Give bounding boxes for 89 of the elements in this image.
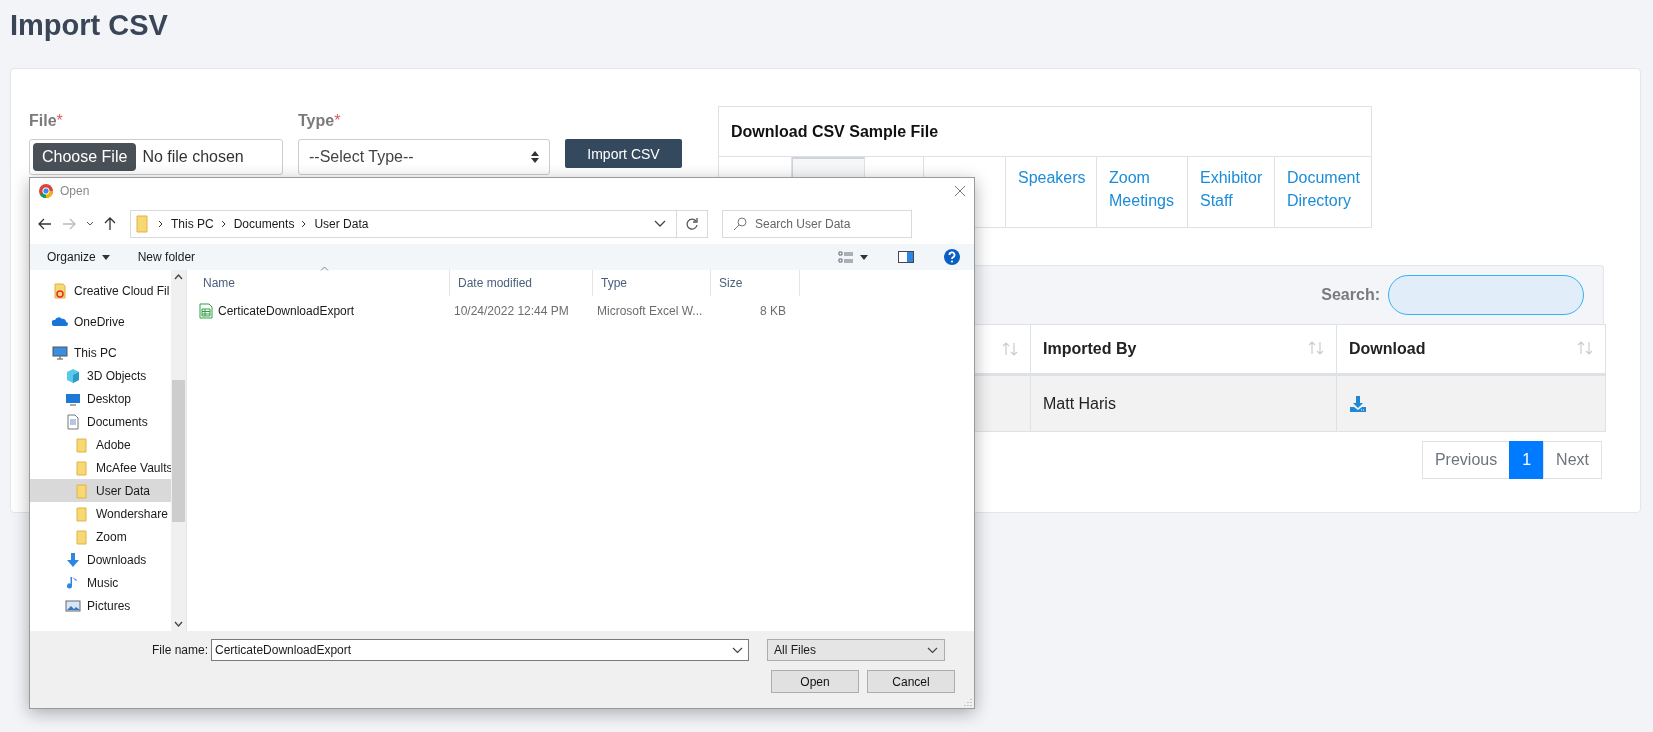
next-button[interactable]: Next	[1543, 441, 1602, 479]
column-header[interactable]: Type	[593, 270, 711, 296]
column-header[interactable]: Size	[711, 270, 800, 296]
new-folder-button[interactable]: New folder	[137, 250, 196, 264]
previous-button[interactable]: Previous	[1421, 441, 1511, 479]
column-header[interactable]: Name	[195, 270, 450, 296]
folder-icon	[74, 482, 90, 499]
chevron-down-icon	[732, 646, 744, 654]
sort-icon	[1002, 341, 1018, 357]
sort-icon	[1308, 339, 1324, 356]
page-title: Import CSV	[10, 9, 168, 42]
nav-item[interactable]: This PC	[30, 341, 171, 364]
chevron-down-icon[interactable]	[654, 220, 666, 228]
objects3d-icon	[65, 367, 81, 384]
breadcrumb-item[interactable]: Documents	[233, 217, 295, 231]
cloud-files-icon	[52, 282, 68, 299]
nav-item[interactable]: Downloads	[30, 548, 171, 571]
refresh-icon[interactable]	[685, 217, 699, 231]
close-icon[interactable]	[954, 185, 966, 197]
nav-item[interactable]: 3D Objects	[30, 364, 171, 387]
search-field[interactable]: Search User Data	[722, 210, 912, 238]
up-arrow-icon[interactable]	[104, 217, 116, 231]
folder-icon	[74, 528, 90, 545]
nav-item[interactable]: Desktop	[30, 387, 171, 410]
view-options-icon[interactable]	[838, 251, 854, 263]
back-arrow-icon[interactable]	[38, 218, 52, 230]
browser-logo-icon	[38, 183, 54, 199]
choose-file-button[interactable]: Choose File	[33, 143, 137, 171]
address-bar[interactable]: This PC Documents User Data	[130, 210, 708, 238]
import-button[interactable]: Import CSV	[565, 139, 682, 168]
nav-item[interactable]: User Data	[30, 479, 171, 502]
scroll-thumb[interactable]	[172, 380, 185, 522]
file-name-field[interactable]: CerticateDownloadExport	[211, 639, 750, 661]
dialog-title: Open	[60, 184, 91, 198]
nav-item[interactable]: Documents	[30, 410, 171, 433]
pc-icon	[52, 344, 68, 361]
folder-icon	[74, 505, 90, 522]
chevron-down-icon	[927, 646, 939, 654]
caret-icon[interactable]	[86, 221, 94, 227]
nav-item[interactable]: Pictures	[30, 594, 171, 617]
chevron-icon	[219, 219, 228, 229]
open-button[interactable]: Open	[771, 670, 859, 693]
column-header[interactable]: Date modified	[450, 270, 593, 296]
nav-item[interactable]: Adobe	[30, 433, 171, 456]
nav-item[interactable]: Zoom	[30, 525, 171, 548]
chevron-icon	[157, 219, 165, 229]
sample-tab[interactable]: Zoom Meetings	[1097, 157, 1188, 227]
file-label: File*	[29, 112, 64, 130]
folder-icon	[135, 215, 151, 233]
nav-item[interactable]: OneDrive	[30, 310, 171, 333]
file-row[interactable]: CerticateDownloadExport 10/24/2022 12:44 PM Microsoft Excel W... 8 KB	[195, 300, 974, 322]
file-type-select[interactable]: All Files	[767, 639, 946, 661]
cancel-button[interactable]: Cancel	[867, 670, 955, 693]
nav-item[interactable]: Wondershare	[30, 502, 171, 525]
updown-caret-icon	[531, 151, 539, 163]
pictures-icon	[65, 597, 81, 614]
type-label: Type*	[298, 112, 342, 130]
download-icon[interactable]	[1349, 394, 1367, 413]
file-input[interactable]: Choose File No file chosen	[29, 139, 283, 175]
page-button[interactable]: 1	[1509, 441, 1545, 479]
sample-box-title: Download CSV Sample File	[731, 122, 939, 141]
caret-icon	[101, 254, 110, 260]
file-name-label: File name:	[152, 643, 209, 657]
downloads-icon	[65, 551, 81, 568]
nav-item[interactable]: Music	[30, 571, 171, 594]
nav-item[interactable]: Creative Cloud Fil	[30, 279, 171, 302]
sample-tab[interactable]: Document Directory	[1275, 157, 1373, 227]
sample-tab[interactable]: Exhibitor Staff	[1188, 157, 1275, 227]
scroll-down-icon[interactable]	[174, 621, 183, 627]
help-icon[interactable]	[944, 249, 960, 265]
breadcrumb-item[interactable]: User Data	[314, 217, 369, 231]
type-select[interactable]: --Select Type--	[298, 139, 550, 175]
sample-tab[interactable]: Speakers	[1006, 157, 1097, 227]
breadcrumb-item[interactable]: This PC	[171, 217, 214, 231]
organize-menu[interactable]: Organize	[47, 250, 110, 264]
sort-icon	[1577, 339, 1593, 356]
folder-icon	[74, 436, 90, 453]
sort-up-icon	[320, 266, 329, 271]
caret-icon[interactable]	[860, 254, 868, 260]
table-cell: Matt Haris	[1030, 374, 1337, 432]
preview-pane-icon[interactable]	[898, 251, 914, 263]
scroll-up-icon[interactable]	[174, 274, 183, 280]
search-label: Search:	[1321, 286, 1380, 304]
folder-icon	[74, 459, 90, 476]
search-field[interactable]	[1388, 275, 1584, 315]
spreadsheet-icon	[199, 303, 213, 319]
documents-icon	[65, 413, 81, 430]
search-icon	[733, 217, 747, 231]
resize-grip-icon[interactable]	[964, 698, 972, 706]
